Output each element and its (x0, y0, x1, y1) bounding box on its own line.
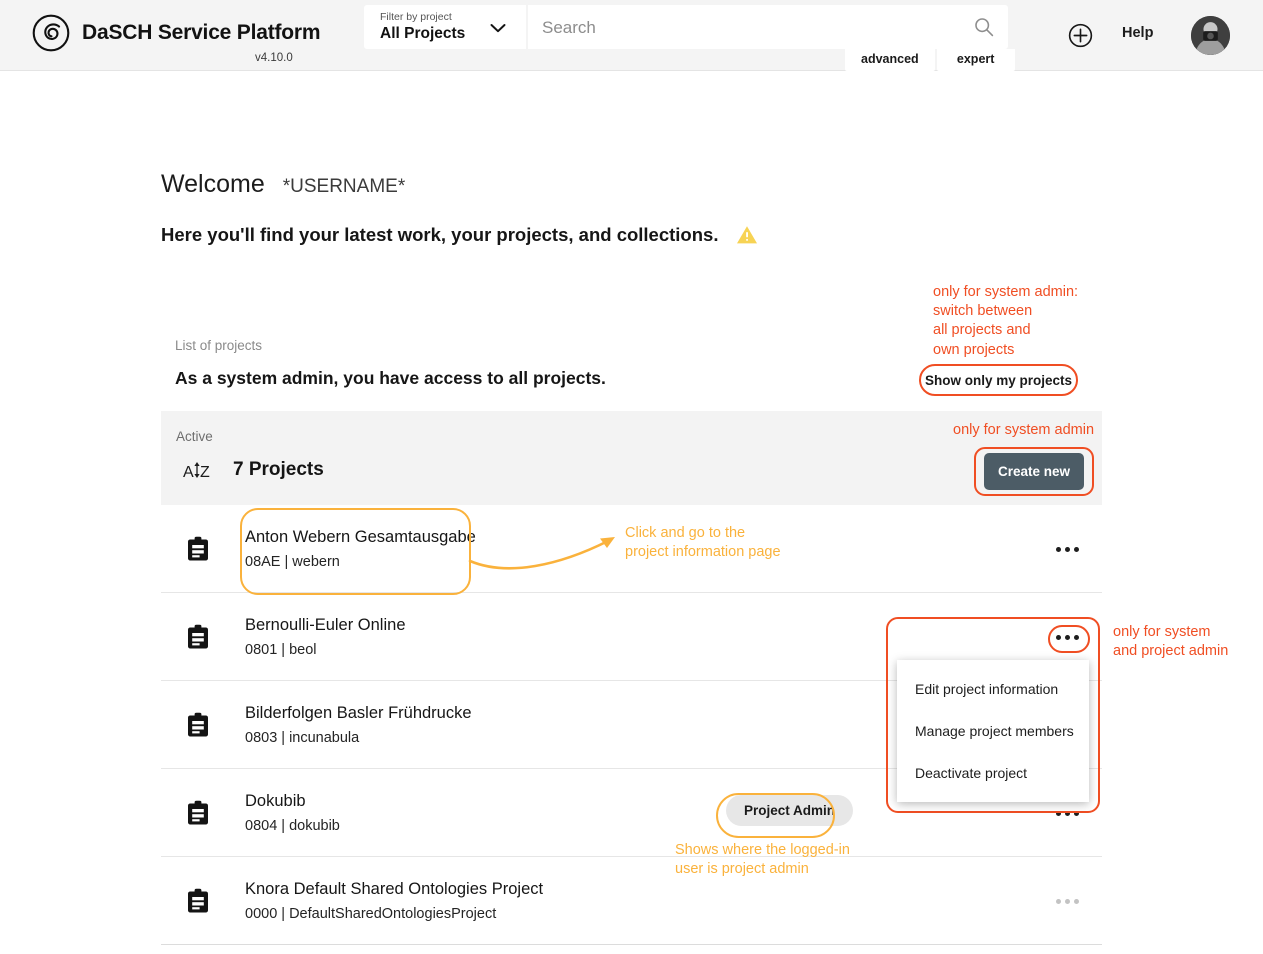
project-info: Bilderfolgen Basler Frühdrucke 0803 | in… (245, 701, 472, 751)
tab-expert[interactable]: expert (936, 49, 1015, 71)
welcome-row: Welcome *USERNAME* (161, 170, 405, 199)
list-of-projects-heading: As a system admin, you have access to al… (175, 368, 606, 388)
project-info: Anton Webern Gesamtausgabe 08AE | webern (245, 525, 476, 575)
project-info: Bernoulli-Euler Online 0801 | beol (245, 613, 406, 663)
subtitle-row: Here you'll find your latest work, your … (161, 224, 758, 246)
plus-circle-icon[interactable] (1068, 23, 1093, 48)
search-input[interactable] (540, 5, 974, 51)
page-subtitle: Here you'll find your latest work, your … (161, 224, 719, 245)
table-row[interactable]: Knora Default Shared Ontologies Project … (161, 857, 1102, 945)
more-options-icon (1050, 887, 1084, 915)
dot (1055, 634, 1061, 640)
tab-advanced[interactable]: advanced (845, 49, 935, 71)
projects-count-label: 7 Projects (233, 459, 324, 480)
dot (1073, 546, 1079, 552)
list-of-projects-label: List of projects (175, 338, 263, 353)
version-label: v4.10.0 (255, 52, 293, 64)
status-badge[interactable]: Project Admin (726, 795, 854, 826)
search-icon[interactable] (974, 17, 994, 37)
project-info: Dokubib 0804 | dokubib (245, 789, 340, 839)
dot (1055, 898, 1061, 904)
clipboard-icon (188, 536, 208, 561)
project-meta: 0804 | dokubib (245, 818, 340, 834)
dasch-logo-icon (32, 14, 70, 52)
chevron-down-icon[interactable] (490, 23, 506, 33)
project-name: Anton Webern Gesamtausgabe (245, 528, 476, 546)
menu-item-deactivate-project[interactable]: Deactivate project (897, 752, 1089, 794)
project-meta: 0000 | DefaultSharedOntologiesProject (245, 906, 497, 922)
dot (1055, 546, 1061, 552)
project-name: Dokubib (245, 792, 306, 810)
dot (1064, 634, 1070, 640)
clipboard-icon (188, 800, 208, 825)
dot (1073, 634, 1079, 640)
brand-title: DaSCH Service Platform (82, 21, 321, 44)
sort-alpha-icon[interactable]: A Z (183, 458, 213, 484)
clipboard-icon (188, 712, 208, 737)
project-name: Bernoulli-Euler Online (245, 616, 406, 634)
annotation-switch-projects: only for system admin: switch between al… (933, 284, 1079, 358)
search-box (528, 5, 1008, 51)
brand: DaSCH Service Platform (32, 14, 321, 52)
dot (1064, 546, 1070, 552)
svg-text:A: A (183, 464, 194, 481)
dot (1064, 898, 1070, 904)
svg-text:Z: Z (200, 464, 210, 481)
menu-item-manage-project-members[interactable]: Manage project members (897, 710, 1089, 752)
annotation-click-go: Click and go to the project information … (625, 525, 781, 561)
app-header: DaSCH Service Platform v4.10.0 Filter by… (0, 0, 1263, 71)
page-title: Welcome (161, 170, 265, 198)
warning-triangle-icon (737, 226, 758, 244)
annotation-menu-admin: only for system and project admin (1113, 624, 1229, 660)
show-only-my-projects-button[interactable]: Show only my projects (919, 364, 1078, 396)
more-options-icon[interactable] (1050, 799, 1084, 827)
clipboard-icon (188, 624, 208, 649)
clipboard-icon (188, 888, 208, 913)
avatar-image (1191, 16, 1230, 55)
welcome-username: *USERNAME* (282, 176, 406, 197)
create-new-button[interactable]: Create new (984, 453, 1084, 490)
projects-status-label: Active (176, 429, 213, 444)
help-link[interactable]: Help (1122, 25, 1153, 41)
project-name: Knora Default Shared Ontologies Project (245, 880, 544, 898)
more-options-icon[interactable] (1050, 535, 1084, 563)
project-name: Bilderfolgen Basler Frühdrucke (245, 704, 472, 722)
project-meta: 0801 | beol (245, 642, 317, 658)
project-meta: 08AE | webern (245, 554, 340, 570)
more-options-icon[interactable] (1050, 623, 1084, 651)
dot (1073, 810, 1079, 816)
annotation-system-admin-only: only for system admin (953, 422, 1095, 438)
project-info: Knora Default Shared Ontologies Project … (245, 877, 543, 927)
menu-item-edit-project-information[interactable]: Edit project information (897, 668, 1089, 710)
search-mode-tabs: advanced expert (845, 49, 1015, 71)
avatar[interactable] (1191, 16, 1230, 55)
annotation-project-admin: Shows where the logged-in user is projec… (675, 842, 850, 878)
dot (1064, 810, 1070, 816)
dot (1055, 810, 1061, 816)
project-meta: 0803 | incunabula (245, 730, 360, 746)
context-menu: Edit project information Manage project … (897, 660, 1089, 802)
dot (1073, 898, 1079, 904)
